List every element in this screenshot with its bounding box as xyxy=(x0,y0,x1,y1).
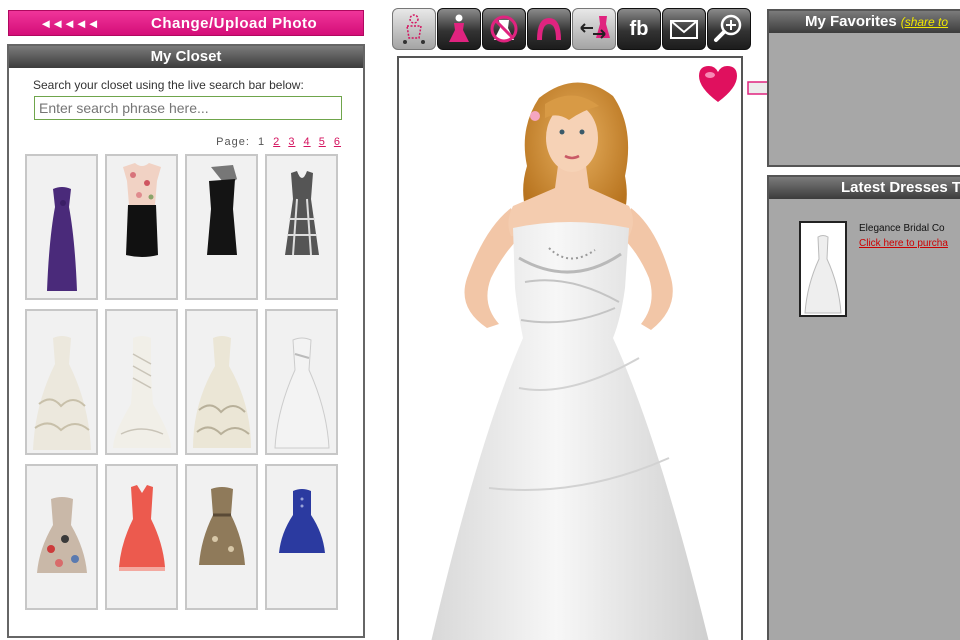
page-current: 1 xyxy=(257,136,266,148)
my-closet-panel: My Closet Search your closet using the l… xyxy=(7,44,365,638)
black-one-shoulder-dress-icon xyxy=(206,165,237,255)
arch-tool-button[interactable] xyxy=(527,8,571,50)
page-link-4[interactable]: 4 xyxy=(304,136,311,148)
remove-dress-icon xyxy=(490,15,518,43)
page-link-3[interactable]: 3 xyxy=(288,136,295,148)
pagination: Page: 1 2 3 4 5 6 xyxy=(212,136,341,148)
latest-dress-purchase-link[interactable]: Click here to purcha xyxy=(859,238,948,249)
latest-dresses-title: Latest Dresses T xyxy=(769,177,960,199)
facebook-share-button[interactable]: fb xyxy=(617,8,661,50)
my-favorites-panel: My Favorites (share to xyxy=(767,9,960,167)
closet-item-black-one-shoulder[interactable] xyxy=(185,154,258,300)
closet-search-input[interactable] xyxy=(34,96,342,120)
remove-dress-button[interactable] xyxy=(482,8,526,50)
page-link-5[interactable]: 5 xyxy=(319,136,326,148)
facebook-icon: fb xyxy=(629,17,649,40)
dress-on-icon xyxy=(449,14,469,42)
closet-item-printed-cocktail[interactable] xyxy=(25,464,98,610)
add-favorite-heart-icon[interactable] xyxy=(697,64,739,104)
email-button[interactable] xyxy=(662,8,706,50)
closet-item-blue-cocktail[interactable] xyxy=(265,464,338,610)
pose-tool-button[interactable] xyxy=(392,8,436,50)
change-upload-photo-label: Change/Upload Photo xyxy=(151,14,318,32)
closet-item-bronze-cocktail[interactable] xyxy=(185,464,258,610)
closet-item-purple-gown[interactable] xyxy=(25,154,98,300)
back-arrows-icon: ◄◄◄◄◄ xyxy=(39,15,99,31)
plaid-dress-icon xyxy=(284,171,319,256)
dress-on-button[interactable] xyxy=(437,8,481,50)
latest-dresses-panel: Latest Dresses T Elegance Bridal Co Clic… xyxy=(767,175,960,640)
coral-dress-icon xyxy=(118,485,165,571)
toolbar: fb xyxy=(392,8,751,50)
swap-tool-button[interactable] xyxy=(572,8,616,50)
zoom-button[interactable] xyxy=(707,8,751,50)
closet-grid xyxy=(25,154,345,610)
my-favorites-title: My Favorites xyxy=(805,13,897,30)
bubble-bridal-gown-icon xyxy=(192,336,251,448)
strapless-bridal-gown-icon xyxy=(273,337,330,449)
model-stage xyxy=(397,56,743,640)
model-wedding-dress-image xyxy=(431,82,709,640)
latest-dress-thumbnail[interactable] xyxy=(799,221,847,317)
search-hint: Search your closet using the live search… xyxy=(33,78,304,92)
page-link-2[interactable]: 2 xyxy=(273,136,280,148)
closet-item-bubble-bridal[interactable] xyxy=(185,309,258,455)
arch-icon xyxy=(537,18,561,40)
my-favorites-header: My Favorites (share to xyxy=(769,11,960,33)
page-label: Page: xyxy=(216,136,250,148)
swap-icon xyxy=(580,16,610,39)
closet-item-mermaid-bridal[interactable] xyxy=(105,309,178,455)
mermaid-bridal-gown-icon xyxy=(112,336,171,448)
bronze-cocktail-dress-icon xyxy=(198,487,245,565)
floral-top-black-skirt-icon xyxy=(122,163,161,257)
share-favorites-link[interactable]: (share to xyxy=(901,15,948,29)
pose-icon xyxy=(403,14,425,44)
email-icon xyxy=(670,20,698,39)
purple-gown-icon xyxy=(46,187,77,291)
closet-item-ruffled-bridal[interactable] xyxy=(25,309,98,455)
bridal-gown-thumbnail-icon xyxy=(804,235,842,314)
closet-item-plaid-dress[interactable] xyxy=(265,154,338,300)
closet-item-floral-top-skirt[interactable] xyxy=(105,154,178,300)
blue-cocktail-dress-icon xyxy=(278,489,325,553)
closet-item-coral-dress[interactable] xyxy=(105,464,178,610)
printed-cocktail-dress-icon xyxy=(36,497,87,573)
page-link-6[interactable]: 6 xyxy=(334,136,341,148)
latest-dress-name: Elegance Bridal Co xyxy=(859,223,945,234)
my-closet-title: My Closet xyxy=(9,46,363,68)
zoom-icon xyxy=(714,14,742,42)
change-upload-photo-button[interactable]: ◄◄◄◄◄ Change/Upload Photo xyxy=(8,10,364,36)
closet-item-strapless-bridal[interactable] xyxy=(265,309,338,455)
ruffled-bridal-gown-icon xyxy=(32,336,91,450)
